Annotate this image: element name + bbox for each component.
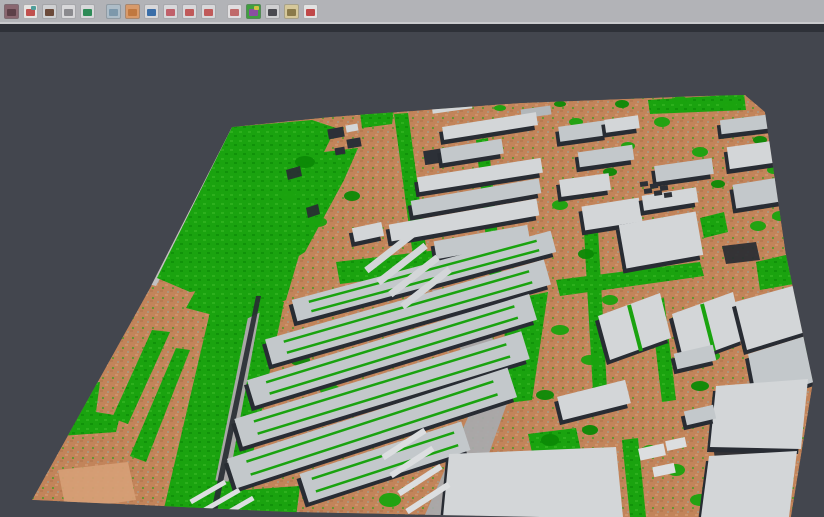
- icon-flag-red[interactable]: [303, 4, 318, 19]
- icon-align-points-red-teal-glyph2: [31, 6, 36, 10]
- icon-mesh-brown-mound-glyph: [45, 9, 54, 16]
- viewport-3d-scene[interactable]: [0, 32, 824, 517]
- icon-mesh-brown-mound[interactable]: [42, 4, 57, 19]
- icon-align-points-red-teal[interactable]: [23, 4, 38, 19]
- icon-points-pale[interactable]: [61, 4, 76, 19]
- icon-globe-blue-glyph: [147, 9, 156, 16]
- icon-selection-brackets-red-glyph: [204, 9, 213, 16]
- icon-column-blue[interactable]: [106, 4, 121, 19]
- icon-point-cloud-maroon-glyph: [7, 9, 16, 16]
- icon-ring-red-glyph: [185, 9, 194, 16]
- icon-grid-checker-red-glyph: [230, 9, 239, 16]
- icon-point-cloud-maroon[interactable]: [4, 4, 19, 19]
- toolbar-group-separator: [218, 2, 225, 20]
- icon-ortho-orange-glyph: [128, 9, 137, 16]
- icon-ortho-orange[interactable]: [125, 4, 140, 19]
- icon-column-blue-glyph: [109, 9, 118, 16]
- toolbar: [0, 0, 824, 24]
- icon-layers-red[interactable]: [163, 4, 178, 19]
- icon-terrain-green-mound[interactable]: [80, 4, 95, 19]
- toolbar-group-separator: [97, 2, 104, 20]
- application-window: [0, 0, 824, 517]
- icon-classification-colormap[interactable]: [246, 4, 261, 19]
- viewport-3d[interactable]: [0, 32, 824, 517]
- icon-globe-blue[interactable]: [144, 4, 159, 19]
- icon-align-points-red-teal-glyph: [26, 9, 35, 16]
- icon-ring-red[interactable]: [182, 4, 197, 19]
- icon-selection-brackets-red[interactable]: [201, 4, 216, 19]
- icon-classification-colormap-glyph2: [254, 6, 259, 10]
- icon-grid-checker-red[interactable]: [227, 4, 242, 19]
- icon-map-khaki[interactable]: [284, 4, 299, 19]
- icon-layers-red-glyph: [166, 9, 175, 16]
- icon-points-pale-glyph: [64, 9, 73, 16]
- icon-terrain-green-mound-glyph: [83, 9, 92, 16]
- toolbar-viewport-divider: [0, 24, 824, 32]
- icon-flag-red-glyph: [306, 9, 315, 16]
- icon-map-khaki-glyph: [287, 9, 296, 16]
- icon-camera-dark[interactable]: [265, 4, 280, 19]
- icon-camera-dark-glyph: [268, 9, 277, 16]
- toolbar-icon-group: [2, 2, 320, 20]
- terrain-model: [0, 32, 824, 517]
- icon-classification-colormap-glyph: [249, 9, 258, 16]
